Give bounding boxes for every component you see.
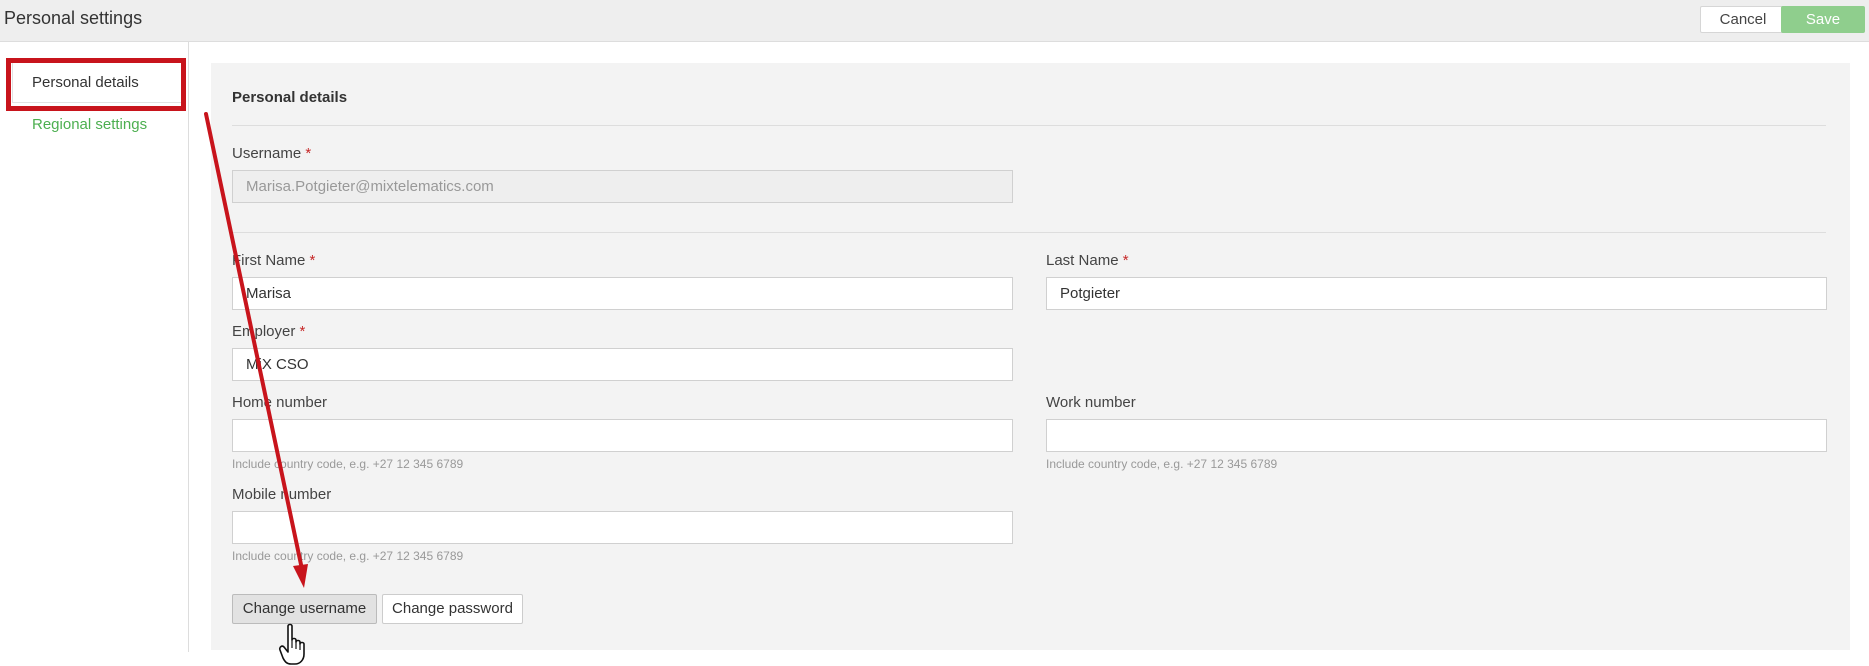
change-password-button[interactable]: Change password [382, 594, 523, 624]
change-username-button[interactable]: Change username [232, 594, 377, 624]
employer-field[interactable]: MiX CSO [232, 348, 1013, 381]
first-name-field[interactable]: Marisa [232, 277, 1013, 310]
home-number-field[interactable] [232, 419, 1013, 452]
work-number-field[interactable] [1046, 419, 1827, 452]
mobile-number-label: Mobile number [232, 486, 332, 503]
home-number-hint: Include country code, e.g. +27 12 345 67… [232, 457, 464, 471]
section-title: Personal details [232, 89, 348, 106]
divider [232, 125, 1826, 126]
username-field: Marisa.Potgieter@mixtelematics.com [232, 170, 1013, 203]
page-title: Personal settings [4, 8, 143, 28]
required-marker: * [1122, 252, 1129, 269]
sidebar: Personal details Regional settings [0, 42, 189, 652]
top-bar: Personal settings Cancel Save [0, 0, 1869, 42]
home-number-label: Home number [232, 394, 328, 411]
cancel-button[interactable]: Cancel [1700, 6, 1786, 33]
required-marker: * [305, 145, 312, 162]
work-number-hint: Include country code, e.g. +27 12 345 67… [1046, 457, 1278, 471]
username-label: Username * [232, 145, 311, 162]
required-marker: * [309, 252, 316, 269]
mobile-number-field[interactable] [232, 511, 1013, 544]
divider [232, 232, 1826, 233]
employer-label: Employer * [232, 323, 305, 340]
last-name-label: Last Name * [1046, 252, 1129, 269]
mobile-number-hint: Include country code, e.g. +27 12 345 67… [232, 549, 464, 563]
first-name-label-text: First Name [232, 252, 306, 269]
employer-label-text: Employer [232, 323, 296, 340]
sidebar-item-regional-settings[interactable]: Regional settings [32, 116, 147, 133]
annotation-highlight-box [6, 58, 186, 111]
save-button[interactable]: Save [1781, 6, 1865, 33]
last-name-label-text: Last Name [1046, 252, 1119, 269]
first-name-label: First Name * [232, 252, 315, 269]
required-marker: * [299, 323, 306, 340]
work-number-label: Work number [1046, 394, 1136, 411]
last-name-field[interactable]: Potgieter [1046, 277, 1827, 310]
username-label-text: Username [232, 145, 302, 162]
